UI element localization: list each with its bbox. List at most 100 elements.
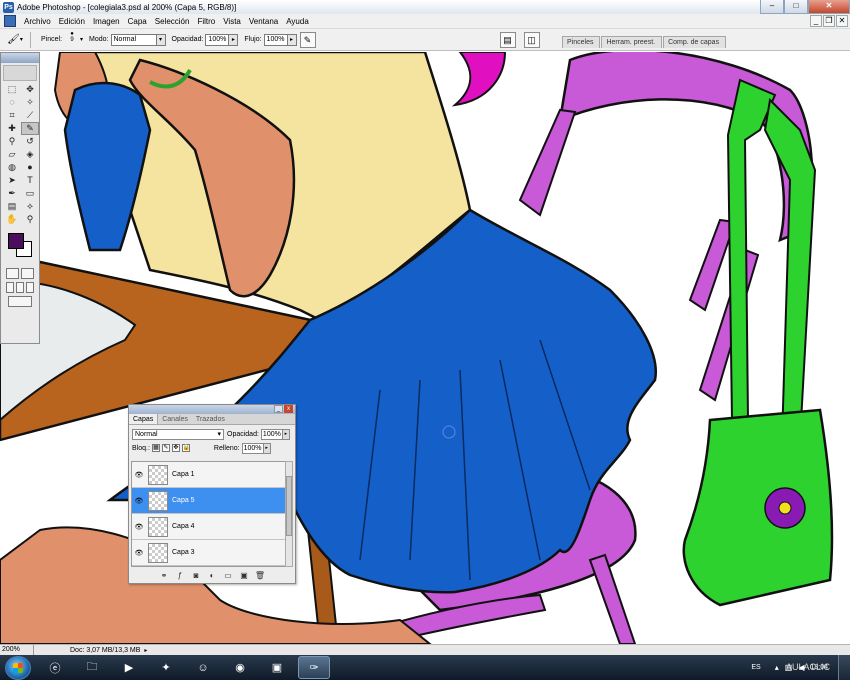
shape-tool-icon[interactable]: ▭	[21, 187, 39, 200]
pen-tool-icon[interactable]: ✒	[3, 187, 21, 200]
hand-tool-icon[interactable]: ✋	[3, 213, 21, 226]
blend-mode-select[interactable]: Normal	[132, 428, 224, 440]
lock-position-icon[interactable]: ✥	[171, 444, 180, 452]
opacity-field[interactable]: 100%	[205, 33, 230, 46]
menu-vista[interactable]: Vista	[219, 17, 245, 26]
menu-capa[interactable]: Capa	[124, 17, 151, 26]
chrome-icon[interactable]: ◉	[224, 656, 256, 679]
layers-panel-titlebar[interactable]: _ x	[129, 405, 295, 414]
notes-tool-icon[interactable]: ▤	[3, 200, 21, 213]
layer-row[interactable]: 👁 Capa 4	[132, 514, 285, 540]
history-brush-tool-icon[interactable]: ↺	[21, 135, 39, 148]
airbrush-icon[interactable]: ✎	[299, 31, 316, 48]
lock-transparency-icon[interactable]: ▦	[151, 444, 160, 452]
close-button[interactable]: ✕	[808, 0, 850, 14]
slice-tool-icon[interactable]: ⟋	[21, 109, 39, 122]
jump-to-imageready-icon[interactable]	[8, 296, 32, 307]
tab-capas[interactable]: Capas	[129, 414, 159, 424]
mode-select-arrow[interactable]: ▾	[156, 33, 166, 46]
doc-minimize-button[interactable]: _	[810, 15, 822, 27]
flow-field[interactable]: 100%	[263, 33, 288, 46]
quick-mask-mode-icon[interactable]	[21, 268, 34, 279]
eye-icon[interactable]: 👁	[132, 471, 146, 479]
opacity-arrow[interactable]: ▸	[229, 33, 239, 46]
zoom-field[interactable]: 200%	[0, 645, 34, 655]
marquee-tool-icon[interactable]: ⬚	[3, 83, 21, 96]
tab-composiciones-de-capas[interactable]: Comp. de capas	[663, 36, 727, 48]
adobe-online-icon[interactable]	[3, 65, 37, 81]
lock-all-icon[interactable]: 🔒	[181, 444, 190, 452]
eye-icon[interactable]: 👁	[132, 523, 146, 531]
eyedropper-tool-icon[interactable]: ⟡	[21, 200, 39, 213]
layer-row[interactable]: 👁 Capa 1	[132, 462, 285, 488]
screen-mode-full-icon[interactable]	[26, 282, 34, 293]
standard-mode-icon[interactable]	[6, 268, 19, 279]
menu-archivo[interactable]: Archivo	[20, 17, 55, 26]
photoshop-taskbar-icon[interactable]: ✑	[298, 656, 330, 679]
foreground-color-swatch[interactable]	[8, 233, 24, 249]
brush-picker-arrow[interactable]: ▾	[80, 36, 83, 43]
tab-trazados[interactable]: Trazados	[192, 414, 229, 424]
fill-arrow[interactable]: ▸	[263, 442, 271, 454]
menu-seleccion[interactable]: Selección	[151, 17, 194, 26]
layer-style-icon[interactable]: ƒ	[174, 571, 186, 581]
screen-capture-icon[interactable]: ▣	[261, 656, 293, 679]
scrollbar-thumb[interactable]	[286, 476, 292, 536]
fill-field[interactable]: 100%	[241, 442, 264, 454]
app-icon-people[interactable]: ☺	[187, 656, 219, 679]
screen-mode-standard-icon[interactable]	[6, 282, 14, 293]
move-tool-icon[interactable]: ✥	[21, 83, 39, 96]
doc-restore-button[interactable]: ❐	[823, 15, 835, 27]
lasso-tool-icon[interactable]: ◌	[3, 96, 21, 109]
layer-row-selected[interactable]: 👁 Capa 5	[132, 488, 285, 514]
media-player-icon[interactable]: ▶	[113, 656, 145, 679]
blur-tool-icon[interactable]: ◍	[3, 161, 21, 174]
tray-arrow-icon[interactable]: ▴	[775, 663, 779, 672]
panel-minimize-icon[interactable]: _	[274, 405, 283, 413]
clone-stamp-tool-icon[interactable]: ⚲	[3, 135, 21, 148]
add-mask-icon[interactable]: ◙	[190, 571, 202, 581]
dodge-tool-icon[interactable]: ●	[21, 161, 39, 174]
lock-image-icon[interactable]: ✎	[161, 444, 170, 452]
crop-tool-icon[interactable]: ⌗	[3, 109, 21, 122]
brush-tool-icon[interactable]: ✎	[21, 122, 39, 135]
internet-explorer-icon[interactable]: ⓔ	[39, 656, 71, 679]
zoom-tool-icon[interactable]: ⚲	[21, 213, 39, 226]
menu-imagen[interactable]: Imagen	[89, 17, 124, 26]
explorer-folder-icon[interactable]: 🗀	[76, 656, 108, 679]
toolbox-header[interactable]	[1, 53, 39, 63]
new-layer-icon[interactable]: ▣	[238, 571, 250, 581]
show-desktop-button[interactable]	[838, 655, 850, 680]
app-icon-blue[interactable]: ✦	[150, 656, 182, 679]
new-group-icon[interactable]: ▭	[222, 571, 234, 581]
mode-select[interactable]: Normal	[110, 33, 157, 46]
menu-ventana[interactable]: Ventana	[245, 17, 282, 26]
brush-picker[interactable]: ● 9	[64, 31, 80, 49]
eye-icon[interactable]: 👁	[132, 497, 146, 505]
flow-arrow[interactable]: ▸	[287, 33, 297, 46]
layer-list-scrollbar[interactable]	[285, 461, 293, 567]
menu-ayuda[interactable]: Ayuda	[282, 17, 313, 26]
screen-mode-full-menu-icon[interactable]	[16, 282, 24, 293]
palette-well-icon[interactable]: ◫	[523, 31, 540, 48]
panel-close-icon[interactable]: x	[284, 405, 293, 413]
adjustment-layer-icon[interactable]: ◐	[206, 571, 218, 581]
tab-canales[interactable]: Canales	[158, 414, 192, 424]
status-menu-arrow[interactable]: ▸	[144, 647, 152, 654]
path-selection-tool-icon[interactable]: ➤	[3, 174, 21, 187]
language-indicator[interactable]: ES	[751, 664, 760, 671]
healing-brush-tool-icon[interactable]: ✚	[3, 122, 21, 135]
layer-opacity-arrow[interactable]: ▸	[282, 428, 290, 440]
minimize-button[interactable]: –	[760, 0, 784, 14]
layer-row[interactable]: 👁 Capa 3	[132, 540, 285, 566]
start-button[interactable]	[5, 655, 31, 680]
link-layers-icon[interactable]: ⚭	[158, 571, 170, 581]
magic-wand-tool-icon[interactable]: ✧	[21, 96, 39, 109]
menu-edicion[interactable]: Edición	[55, 17, 89, 26]
tab-pinceles[interactable]: Pinceles	[562, 36, 601, 48]
document-icon[interactable]	[4, 15, 16, 27]
maximize-button[interactable]: □	[784, 0, 808, 14]
file-browser-icon[interactable]: ▤	[499, 31, 516, 48]
tab-herramientas-preestablecidas[interactable]: Herram. preest.	[601, 36, 663, 48]
delete-layer-icon[interactable]: 🗑	[254, 571, 266, 581]
